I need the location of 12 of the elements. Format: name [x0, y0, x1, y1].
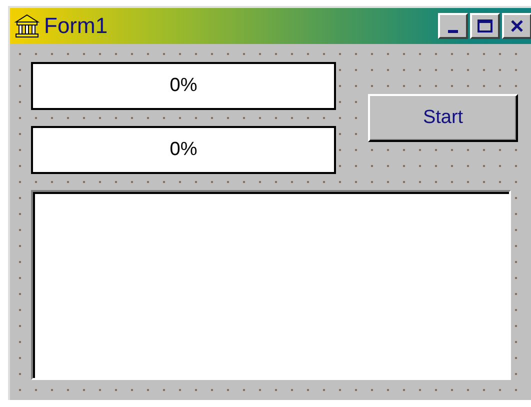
progress-label: 0%	[170, 139, 198, 161]
maximize-icon	[477, 19, 493, 33]
building-icon	[14, 13, 40, 39]
minimize-button[interactable]	[438, 13, 468, 39]
list-box[interactable]	[31, 190, 511, 380]
close-icon	[510, 19, 524, 33]
maximize-button[interactable]	[470, 13, 500, 39]
close-button[interactable]	[502, 13, 531, 39]
progress-label: 0%	[170, 75, 198, 97]
window-title: Form1	[44, 13, 109, 39]
start-button[interactable]: Start	[368, 94, 518, 142]
minimize-icon	[448, 30, 458, 32]
